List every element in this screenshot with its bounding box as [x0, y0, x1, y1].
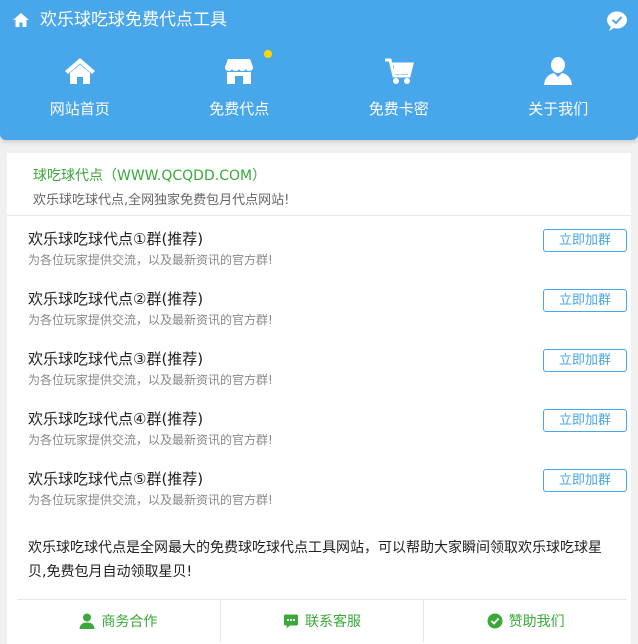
user-icon	[79, 613, 95, 629]
footer-support-link[interactable]: 联系客服	[219, 600, 424, 642]
app-header: 欢乐球吃球免费代点工具 网站首页 免费代点 免费卡密 关于我们	[0, 0, 638, 140]
group-title: 欢乐球吃球代点①群(推荐)	[28, 230, 204, 248]
user-icon	[544, 57, 573, 85]
footer-links: 商务合作 联系客服 赞助我们	[17, 599, 627, 642]
list-item: 欢乐球吃球代点④群(推荐) 为各位玩家提供交流，以及最新资讯的官方群! 立即加群	[7, 403, 631, 463]
site-name[interactable]: 球吃球代点（WWW.QCQDD.COM）	[33, 165, 266, 185]
check-circle-icon	[487, 613, 503, 629]
nav-item-about[interactable]: 关于我们	[479, 50, 638, 130]
nav-item-label: 网站首页	[49, 100, 110, 118]
nav-item-home[interactable]: 网站首页	[0, 50, 160, 130]
page-title: 欢乐球吃球免费代点工具	[40, 10, 227, 30]
footer-sponsor-link[interactable]: 赞助我们	[423, 600, 627, 642]
join-group-button[interactable]: 立即加群	[543, 469, 627, 492]
list-item: 欢乐球吃球代点③群(推荐) 为各位玩家提供交流，以及最新资讯的官方群! 立即加群	[7, 343, 631, 403]
group-description: 为各位玩家提供交流，以及最新资讯的官方群!	[28, 433, 273, 447]
group-title: 欢乐球吃球代点⑤群(推荐)	[28, 470, 204, 488]
join-group-button[interactable]: 立即加群	[543, 229, 627, 252]
nav-item-label: 关于我们	[528, 100, 589, 118]
footer-label: 赞助我们	[508, 614, 565, 630]
site-intro: 球吃球代点（WWW.QCQDD.COM） 欢乐球吃球代点,全网独家免费包月代点网…	[7, 153, 631, 216]
list-item: 欢乐球吃球代点①群(推荐) 为各位玩家提供交流，以及最新资讯的官方群! 立即加群	[7, 223, 631, 283]
group-list: 欢乐球吃球代点①群(推荐) 为各位玩家提供交流，以及最新资讯的官方群! 立即加群…	[7, 223, 631, 523]
list-item: 欢乐球吃球代点②群(推荐) 为各位玩家提供交流，以及最新资讯的官方群! 立即加群	[7, 283, 631, 343]
nav-item-free-proxy[interactable]: 免费代点	[160, 50, 320, 130]
nav-item-free-card[interactable]: 免费卡密	[319, 50, 479, 130]
group-title: 欢乐球吃球代点③群(推荐)	[28, 350, 204, 368]
group-description: 为各位玩家提供交流，以及最新资讯的官方群!	[28, 493, 273, 507]
nav-item-label: 免费卡密	[368, 100, 429, 118]
cart-icon	[384, 58, 414, 84]
join-group-button[interactable]: 立即加群	[543, 349, 627, 372]
about-text: 欢乐球吃球代点是全网最大的免费球吃球代点工具网站，可以帮助大家瞬间领取欢乐球吃球…	[28, 540, 602, 580]
group-description: 为各位玩家提供交流，以及最新资讯的官方群!	[28, 373, 273, 387]
notification-dot	[263, 50, 272, 58]
content-card: 球吃球代点（WWW.QCQDD.COM） 欢乐球吃球代点,全网独家免费包月代点网…	[7, 153, 631, 644]
group-title: 欢乐球吃球代点②群(推荐)	[28, 290, 204, 308]
home-icon[interactable]	[12, 12, 30, 28]
join-group-button[interactable]: 立即加群	[543, 289, 627, 312]
group-description: 为各位玩家提供交流，以及最新资讯的官方群!	[28, 253, 273, 267]
nav-item-label: 免费代点	[209, 100, 270, 118]
site-description: 欢乐球吃球代点,全网独家免费包月代点网站!	[33, 193, 290, 208]
chat-bubble-icon[interactable]	[606, 10, 628, 32]
list-item: 欢乐球吃球代点⑤群(推荐) 为各位玩家提供交流，以及最新资讯的官方群! 立即加群	[7, 463, 631, 523]
main-nav: 网站首页 免费代点 免费卡密 关于我们	[0, 50, 638, 130]
group-title: 欢乐球吃球代点④群(推荐)	[28, 410, 204, 428]
header-top-bar: 欢乐球吃球免费代点工具	[0, 0, 638, 42]
home-icon	[64, 58, 95, 84]
message-icon	[284, 614, 298, 629]
footer-business-link[interactable]: 商务合作	[17, 600, 220, 642]
footer-label: 商务合作	[101, 614, 158, 630]
footer-label: 联系客服	[305, 614, 361, 630]
group-description: 为各位玩家提供交流，以及最新资讯的官方群!	[28, 313, 273, 327]
shop-icon	[225, 59, 254, 84]
join-group-button[interactable]: 立即加群	[543, 409, 627, 432]
